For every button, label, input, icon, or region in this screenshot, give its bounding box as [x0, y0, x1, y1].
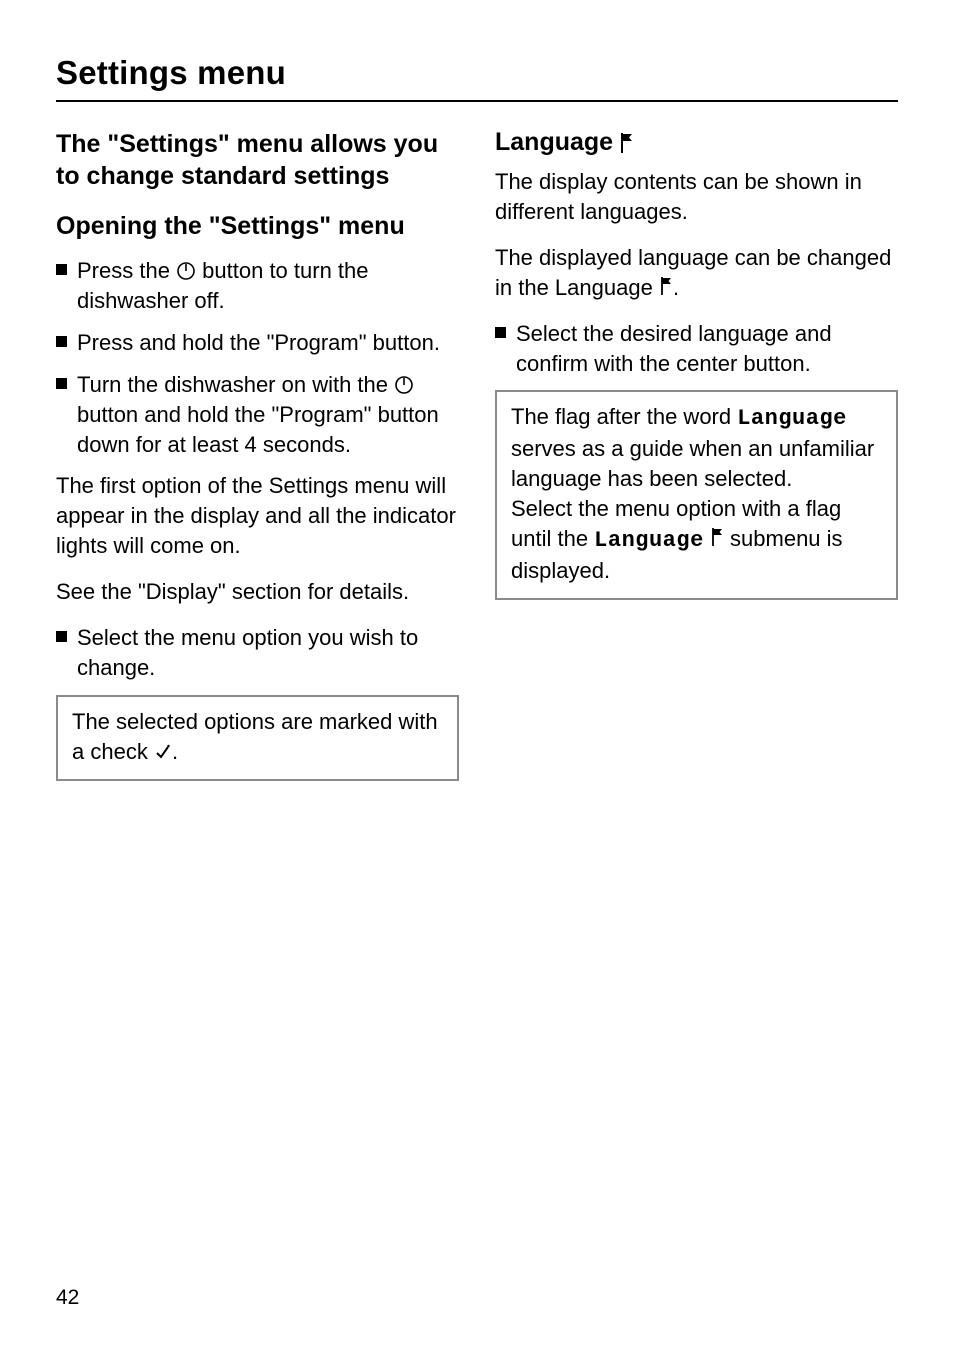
- paragraph: The displayed language can be changed in…: [495, 243, 898, 303]
- power-icon: [176, 261, 196, 281]
- page-title: Settings menu: [56, 54, 898, 92]
- list-item: Select the desired language and confirm …: [495, 319, 898, 379]
- columns: The "Settings" menu allows you to change…: [56, 128, 898, 781]
- note-box: The flag after the word Language serves …: [495, 390, 898, 599]
- page: Settings menu The "Settings" menu allows…: [0, 0, 954, 1352]
- power-icon: [394, 375, 414, 395]
- check-icon: [154, 743, 172, 761]
- open-heading: Opening the "Settings" menu: [56, 210, 459, 242]
- paragraph: The first option of the Settings menu wi…: [56, 471, 459, 561]
- steps-list-2: Select the menu option you wish to chang…: [56, 623, 459, 683]
- step-text: Press the button to turn the dishwasher …: [77, 256, 459, 316]
- bullet-icon: [56, 264, 67, 275]
- right-column: Language The display contents can be sho…: [495, 128, 898, 781]
- text-fragment: The flag after the word: [511, 404, 737, 429]
- paragraph: The display contents can be shown in dif…: [495, 167, 898, 227]
- flag-icon: [710, 527, 724, 547]
- text-fragment: The displayed language can be changed in…: [495, 245, 891, 300]
- paragraph: See the "Display" section for details.: [56, 577, 459, 607]
- flag-icon: [619, 132, 635, 154]
- steps-list-1: Press the button to turn the dishwasher …: [56, 256, 459, 459]
- bullet-icon: [56, 631, 67, 642]
- step-text: Select the desired language and confirm …: [516, 319, 898, 379]
- list-item: Press and hold the "Program" button.: [56, 328, 459, 358]
- title-rule: [56, 100, 898, 102]
- text-fragment: .: [172, 739, 178, 764]
- note-box: The selected options are marked with a c…: [56, 695, 459, 781]
- bullet-icon: [56, 336, 67, 347]
- text-fragment: .: [673, 275, 679, 300]
- bullet-icon: [56, 378, 67, 389]
- step-text: Select the menu option you wish to chang…: [77, 623, 459, 683]
- list-item: Turn the dishwasher on with the button a…: [56, 370, 459, 460]
- list-item: Select the menu option you wish to chang…: [56, 623, 459, 683]
- lcd-text: Language: [737, 406, 847, 431]
- step-text: Press and hold the "Program" button.: [77, 328, 459, 358]
- lcd-text: Language: [594, 528, 704, 553]
- step-text: Turn the dishwasher on with the button a…: [77, 370, 459, 460]
- bullet-icon: [495, 327, 506, 338]
- text-fragment: button and hold the "Program" button dow…: [77, 402, 439, 457]
- list-item: Press the button to turn the dishwasher …: [56, 256, 459, 316]
- text-fragment: Language: [495, 128, 613, 157]
- language-heading: Language: [495, 128, 898, 157]
- left-column: The "Settings" menu allows you to change…: [56, 128, 459, 781]
- text-fragment: Turn the dishwasher on with the: [77, 372, 394, 397]
- page-number: 42: [56, 1286, 79, 1310]
- flag-icon: [659, 276, 673, 296]
- intro-heading: The "Settings" menu allows you to change…: [56, 128, 459, 192]
- steps-list-right: Select the desired language and confirm …: [495, 319, 898, 379]
- text-fragment: Press the: [77, 258, 176, 283]
- text-fragment: serves as a guide when an unfamiliar lan…: [511, 436, 874, 491]
- text-fragment: The selected options are marked with a c…: [72, 709, 438, 764]
